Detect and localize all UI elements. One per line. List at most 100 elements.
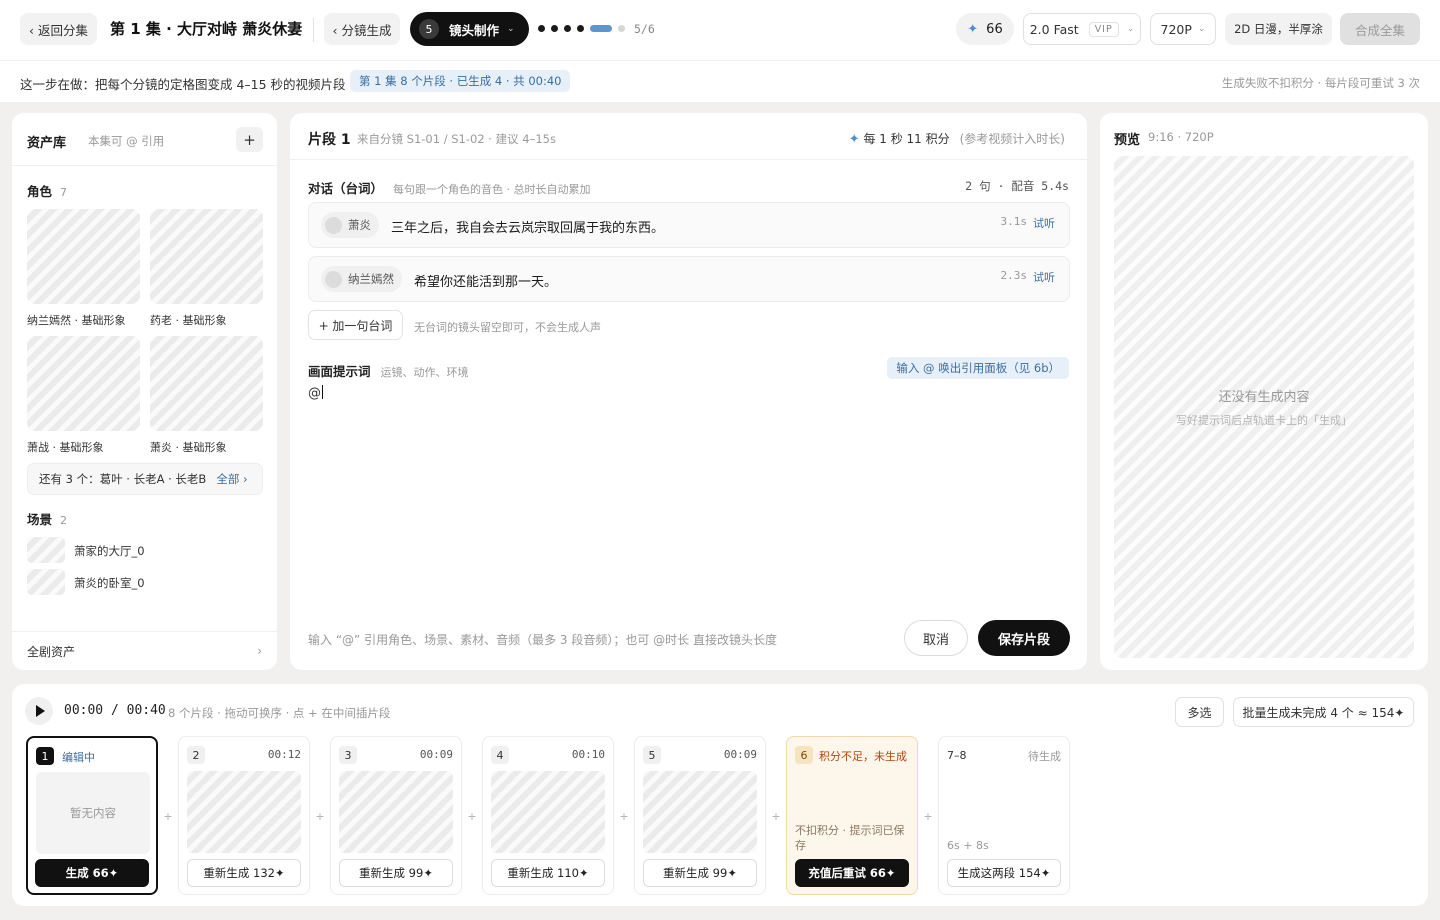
storyboard-step-button[interactable]: ‹ 分镜生成 <box>324 13 400 45</box>
style-chip[interactable]: 2D 日漫，半厚涂 <box>1225 13 1332 45</box>
timeline-clip[interactable]: 3 00:09 重新生成 99✦ <box>330 736 462 895</box>
scene-thumbnail[interactable] <box>27 569 65 595</box>
clip-number-badge: 1 <box>36 747 54 765</box>
dialog-line[interactable]: 纳兰嫣然 希望你还能活到那一天。 2.3s 试听 <box>308 256 1070 302</box>
add-dialog-line-button[interactable]: + 加一句台词 <box>308 310 403 340</box>
step-progress-text: 5/6 <box>634 22 655 36</box>
clip-number-badge: 7–8 <box>947 748 967 762</box>
regenerate-clip-button[interactable]: 重新生成 99✦ <box>339 859 453 887</box>
clip-thumbnail[interactable] <box>491 771 605 853</box>
chevron-down-icon: ⌄ <box>507 24 515 34</box>
clip-status: 编辑中 <box>62 751 95 764</box>
prompt-title: 画面提示词 <box>308 364 371 379</box>
insert-clip-button[interactable]: + <box>922 808 934 824</box>
clip-duration: 00:09 <box>419 748 453 761</box>
clip-number-badge: 6 <box>795 746 813 764</box>
generate-two-clips-button[interactable]: 生成这两段 154✦ <box>947 859 1061 887</box>
step-progress-dot <box>564 25 571 32</box>
character-card-thumbnail[interactable] <box>150 209 263 304</box>
timeline-clip[interactable]: 7–8 待生成 6s + 8s 生成这两段 154✦ <box>938 736 1070 895</box>
clip-thumbnail[interactable] <box>339 771 453 853</box>
speaker-chip[interactable]: 纳兰嫣然 <box>321 266 402 292</box>
scene-name[interactable]: 萧炎的卧室_0 <box>74 575 145 591</box>
regenerate-clip-button[interactable]: 重新生成 99✦ <box>643 859 757 887</box>
step-description-bar: 这一步在做：把每个分镜的定格图变成 4–15 秒的视频片段 第 1 集 8 个片… <box>0 60 1440 102</box>
more-characters-chip[interactable]: 还有 3 个：葛叶 · 长老A · 长老B 全部 › <box>27 463 263 495</box>
preview-voice-button[interactable]: 试听 <box>1033 269 1055 285</box>
insert-clip-button[interactable]: + <box>466 808 478 824</box>
timeline-clip[interactable]: 1 编辑中 暂无内容 生成 66✦ <box>26 736 158 895</box>
text-caret <box>322 385 323 399</box>
asset-library-title: 资产库 <box>27 136 67 151</box>
play-button[interactable] <box>25 697 53 725</box>
step-progress-dot <box>618 25 625 32</box>
dialog-stats: 2 句 · 配音 5.4s <box>965 179 1069 193</box>
scenes-count: 2 <box>60 514 68 527</box>
cancel-button[interactable]: 取消 <box>904 620 968 656</box>
dialog-subtitle: 每句跟一个角色的音色 · 总时长自动累加 <box>393 183 591 196</box>
scenes-section-title: 场景 2 <box>27 509 67 528</box>
preview-meta: 9:16 · 720P <box>1148 130 1214 144</box>
clip-number-badge: 3 <box>339 746 357 764</box>
timeline-clip[interactable]: 4 00:10 重新生成 110✦ <box>482 736 614 895</box>
prompt-subtitle: 运镜、动作、环境 <box>380 366 469 379</box>
recharge-retry-button[interactable]: 充值后重试 66✦ <box>795 859 909 887</box>
prompt-value: @ <box>308 386 321 401</box>
clip-note: 不扣积分 · 提示词已保存 <box>795 824 905 852</box>
dialog-line-text[interactable]: 三年之后，我自会去云岚宗取回属于我的东西。 <box>391 217 664 236</box>
insert-clip-button[interactable]: + <box>770 808 782 824</box>
speaker-chip[interactable]: 萧炎 <box>321 212 379 238</box>
step-progress-dots <box>538 25 625 32</box>
clip-status: 积分不足，未生成 <box>819 750 907 763</box>
character-name: 萧炎 · 基础形象 <box>150 441 227 454</box>
credits-balance[interactable]: ✦ 66 <box>956 13 1014 45</box>
character-card-thumbnail[interactable] <box>27 336 140 431</box>
regenerate-clip-button[interactable]: 重新生成 132✦ <box>187 859 301 887</box>
dialog-line[interactable]: 萧炎 三年之后，我自会去云岚宗取回属于我的东西。 3.1s 试听 <box>308 202 1070 248</box>
save-clip-button[interactable]: 保存片段 <box>978 620 1070 656</box>
preview-panel: 预览 9:16 · 720P 还没有生成内容 写好提示词后点轨道卡上的「生成」 <box>1100 113 1428 670</box>
preview-voice-button[interactable]: 试听 <box>1033 215 1055 231</box>
clip-thumbnail[interactable] <box>643 771 757 853</box>
current-step-dropdown[interactable]: 5 镜头制作 ⌄ <box>410 12 529 46</box>
back-to-episodes-button[interactable]: ‹ 返回分集 <box>20 13 97 45</box>
batch-generate-button[interactable]: 批量生成未完成 4 个 ≈ 154✦ <box>1233 697 1414 727</box>
insert-clip-button[interactable]: + <box>314 808 326 824</box>
clip-duration: 00:12 <box>267 748 301 761</box>
scene-name[interactable]: 萧家的大厅_0 <box>74 543 145 559</box>
resolution-select[interactable]: 720P ⌄ <box>1150 13 1216 45</box>
compose-all-button[interactable]: 合成全集 <box>1340 13 1420 45</box>
character-name: 萧战 · 基础形象 <box>27 441 104 454</box>
timeline-clip[interactable]: 6 积分不足，未生成 不扣积分 · 提示词已保存 充值后重试 66✦ <box>786 736 918 895</box>
top-bar: ‹ 返回分集 第 1 集 · 大厅对峙 萧炎休妻 ‹ 分镜生成 5 镜头制作 ⌄… <box>0 0 1440 60</box>
scene-thumbnail[interactable] <box>27 537 65 563</box>
retry-policy-note: 生成失败不扣积分 · 每片段可重试 3 次 <box>1221 76 1420 90</box>
prompt-textarea[interactable]: @ <box>308 385 323 401</box>
timeline-clip[interactable]: 2 00:12 重新生成 132✦ <box>178 736 310 895</box>
model-select[interactable]: 2.0 Fast VIP ⌄ <box>1023 13 1141 45</box>
divider <box>12 165 277 166</box>
generate-clip-button[interactable]: 生成 66✦ <box>35 859 149 887</box>
credit-rate-note: (参考视频计入时长) <box>959 132 1065 146</box>
show-all-characters-link[interactable]: 全部 › <box>216 471 247 487</box>
timeline-clip[interactable]: 5 00:09 重新生成 99✦ <box>634 736 766 895</box>
characters-title: 角色 <box>27 184 53 199</box>
character-card-thumbnail[interactable] <box>150 336 263 431</box>
asset-library-subtitle: 本集可 @ 引用 <box>88 134 165 148</box>
playback-time: 00:00 / 00:40 <box>64 703 166 718</box>
multi-select-button[interactable]: 多选 <box>1175 697 1224 727</box>
dialog-line-duration: 3.1s <box>1000 215 1028 228</box>
avatar <box>325 216 342 234</box>
clip-thumbnail[interactable] <box>187 771 301 853</box>
regenerate-clip-button[interactable]: 重新生成 110✦ <box>491 859 605 887</box>
insert-clip-button[interactable]: + <box>618 808 630 824</box>
insert-clip-button[interactable]: + <box>162 808 174 824</box>
add-asset-button[interactable]: + <box>236 127 263 152</box>
character-card-thumbnail[interactable] <box>27 209 140 304</box>
dialog-line-text[interactable]: 希望你还能活到那一天。 <box>414 271 557 290</box>
timeline-panel: 00:00 / 00:40 8 个片段 · 拖动可换序 · 点 + 在中间插片段… <box>12 684 1428 906</box>
add-line-hint: 无台词的镜头留空即可，不会生成人声 <box>414 321 601 334</box>
all-assets-link[interactable]: 全剧资产 › <box>12 631 277 670</box>
character-name: 纳兰嫣然 · 基础形象 <box>27 314 126 327</box>
clip-title: 片段 1 <box>308 132 351 148</box>
